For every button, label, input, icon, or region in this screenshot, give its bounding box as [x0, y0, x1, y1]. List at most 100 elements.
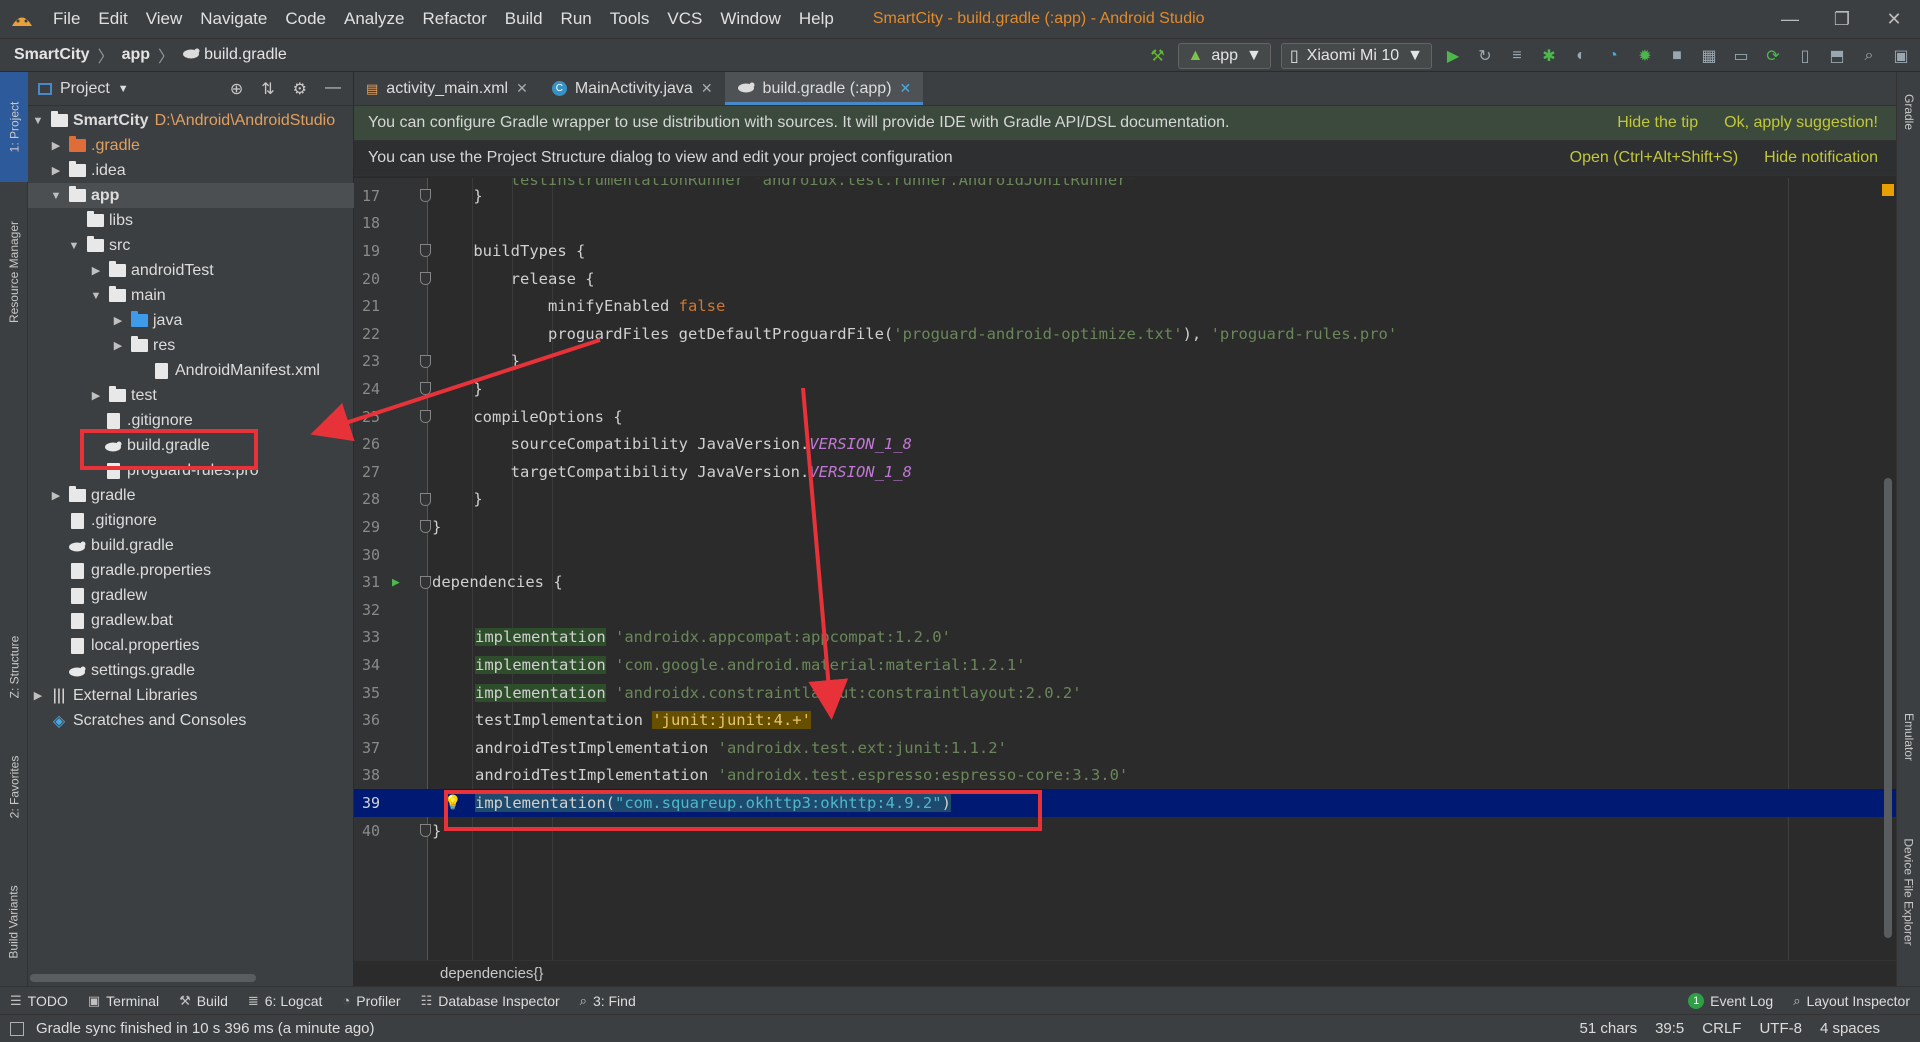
apply-changes-icon[interactable]: ↻ [1474, 45, 1496, 67]
tree-item-androidmanifest[interactable]: AndroidManifest.xml [28, 358, 354, 383]
fold-marker-icon[interactable] [420, 824, 431, 838]
fold-marker-icon[interactable] [420, 244, 431, 258]
expanded-arrow-icon[interactable]: ▼ [88, 290, 104, 302]
tree-item-local-properties[interactable]: local.properties [28, 633, 354, 658]
close-icon[interactable]: ✕ [516, 80, 528, 97]
menu-refactor[interactable]: Refactor [413, 9, 495, 29]
menu-code[interactable]: Code [276, 9, 335, 29]
open-project-structure-link[interactable]: Open (Ctrl+Alt+Shift+S) [1570, 149, 1739, 167]
settings-icon[interactable]: ▣ [1890, 45, 1912, 67]
tree-item-app-build-gradle[interactable]: build.gradle [28, 433, 354, 458]
close-icon[interactable]: ✕ [900, 80, 912, 97]
tool-build[interactable]: ⚒ Build [169, 993, 238, 1009]
hide-notification-link[interactable]: Hide notification [1764, 149, 1878, 167]
expanded-arrow-icon[interactable]: ▼ [66, 240, 82, 252]
tab-favorites[interactable]: 2: Favorites [0, 732, 28, 842]
tool-event-log[interactable]: 1 Event Log [1678, 992, 1783, 1009]
run-config-select[interactable]: ▲ app ▼ [1178, 43, 1271, 69]
lightbulb-icon[interactable]: 💡 [444, 795, 461, 811]
menu-view[interactable]: View [137, 9, 192, 29]
tab-build-gradle-app[interactable]: build.gradle (:app) ✕ [724, 72, 924, 105]
apply-code-changes-icon[interactable]: ≡ [1506, 45, 1528, 67]
tab-structure[interactable]: Z: Structure [0, 612, 28, 722]
code-breadcrumb[interactable]: dependencies{} [440, 965, 543, 982]
menu-run[interactable]: Run [552, 9, 601, 29]
collapsed-arrow-icon[interactable]: ▶ [48, 164, 64, 177]
tool-database-inspector[interactable]: ☷ Database Inspector [411, 993, 570, 1009]
device-select[interactable]: ▯ Xiaomi Mi 10 ▼ [1280, 43, 1432, 69]
debug-icon[interactable]: ✱ [1538, 45, 1560, 67]
tool-find[interactable]: ⌕ 3: Find [570, 993, 646, 1009]
tree-item-test[interactable]: ▶ test [28, 383, 354, 408]
search-icon[interactable]: ⌕ [1858, 45, 1880, 67]
menu-help[interactable]: Help [790, 9, 843, 29]
tree-item-dot-gradle[interactable]: ▶ .gradle [28, 133, 354, 158]
coverage-icon[interactable]: ✹ [1634, 45, 1656, 67]
fold-marker-icon[interactable] [420, 492, 431, 506]
tool-profiler[interactable]: ◔ Profiler [332, 993, 410, 1009]
tree-item-app-gitignore[interactable]: .gitignore [28, 408, 354, 433]
tree-item-idea[interactable]: ▶ .idea [28, 158, 354, 183]
device-manager-icon[interactable]: ▯ [1794, 45, 1816, 67]
breadcrumb-file[interactable]: build.gradle [204, 46, 287, 64]
collapsed-arrow-icon[interactable]: ▶ [48, 489, 64, 502]
tree-item-libs[interactable]: libs [28, 208, 354, 233]
run-icon[interactable]: ▶ [1442, 45, 1464, 67]
code-editor[interactable]: testInstrumentationRunner "androidx.test… [354, 178, 1896, 960]
locate-icon[interactable]: ⊕ [230, 79, 243, 99]
menu-analyze[interactable]: Analyze [335, 9, 413, 29]
vertical-scrollbar[interactable] [1884, 478, 1892, 938]
fold-marker-icon[interactable] [420, 354, 431, 368]
breadcrumb-project[interactable]: SmartCity [14, 46, 90, 64]
tab-gradle[interactable]: Gradle [1897, 72, 1920, 152]
status-message[interactable]: Gradle sync finished in 10 s 396 ms (a m… [36, 1020, 375, 1037]
tab-resource-manager[interactable]: Resource Manager [0, 192, 28, 352]
tool-terminal[interactable]: ▣ Terminal [78, 993, 169, 1009]
tab-project[interactable]: 1: Project [0, 72, 28, 182]
tool-todo[interactable]: ☰ TODO [0, 993, 78, 1009]
tab-build-variants[interactable]: Build Variants [0, 862, 28, 982]
tree-item-gradle-folder[interactable]: ▶ gradle [28, 483, 354, 508]
tree-item-src[interactable]: ▼ src [28, 233, 354, 258]
fold-marker-icon[interactable] [420, 272, 431, 286]
collapsed-arrow-icon[interactable]: ▶ [48, 139, 64, 152]
stop-icon[interactable]: ■ [1666, 45, 1688, 67]
fold-marker-icon[interactable] [420, 410, 431, 424]
project-structure-icon[interactable]: ▦ [1698, 45, 1720, 67]
menu-edit[interactable]: Edit [89, 9, 136, 29]
fold-marker-icon[interactable] [420, 382, 431, 396]
tree-item-proguard-rules[interactable]: proguard-rules.pro [28, 458, 354, 483]
menu-file[interactable]: File [44, 9, 89, 29]
fold-marker-icon[interactable] [420, 575, 431, 589]
apply-suggestion-link[interactable]: Ok, apply suggestion! [1724, 114, 1878, 132]
collapsed-arrow-icon[interactable]: ▶ [110, 339, 126, 352]
collapsed-arrow-icon[interactable]: ▶ [88, 264, 104, 277]
collapse-all-icon[interactable]: ⇅ [261, 79, 274, 99]
run-gutter-icon[interactable]: ▶ [392, 575, 400, 590]
minimize-icon[interactable]: — [1764, 0, 1816, 38]
profile-icon[interactable]: ◔ [1602, 45, 1624, 67]
collapsed-arrow-icon[interactable]: ▶ [88, 389, 104, 402]
menu-window[interactable]: Window [711, 9, 789, 29]
tree-item-main[interactable]: ▼ main [28, 283, 354, 308]
hide-icon[interactable]: — [325, 79, 341, 99]
tab-mainactivity-java[interactable]: C MainActivity.java ✕ [540, 72, 725, 105]
tree-item-smartcity[interactable]: ▼ SmartCity D:\Android\AndroidStudio [28, 108, 354, 133]
tab-emulator[interactable]: Emulator [1897, 692, 1920, 782]
tab-device-file-explorer[interactable]: Device File Explorer [1897, 812, 1920, 972]
expanded-arrow-icon[interactable]: ▼ [48, 190, 64, 202]
menu-tools[interactable]: Tools [601, 9, 659, 29]
tab-activity-main-xml[interactable]: ▤ activity_main.xml ✕ [354, 72, 540, 105]
tree-item-app[interactable]: ▼ app [28, 183, 354, 208]
status-encoding[interactable]: UTF-8 [1759, 1020, 1802, 1037]
attach-debugger-icon[interactable]: ◐ [1570, 45, 1592, 67]
restore-icon[interactable]: ❐ [1816, 0, 1868, 38]
close-icon[interactable]: ✕ [1868, 0, 1920, 38]
collapsed-arrow-icon[interactable]: ▶ [30, 689, 46, 702]
tree-item-settings-gradle[interactable]: settings.gradle [28, 658, 354, 683]
make-project-hammer-icon[interactable]: ⚒ [1146, 45, 1168, 67]
tool-layout-inspector[interactable]: ⌕ Layout Inspector [1783, 993, 1920, 1009]
warning-marker-icon[interactable] [1882, 184, 1894, 196]
tree-item-res[interactable]: ▶ res [28, 333, 354, 358]
status-indent[interactable]: 4 spaces [1820, 1020, 1880, 1037]
